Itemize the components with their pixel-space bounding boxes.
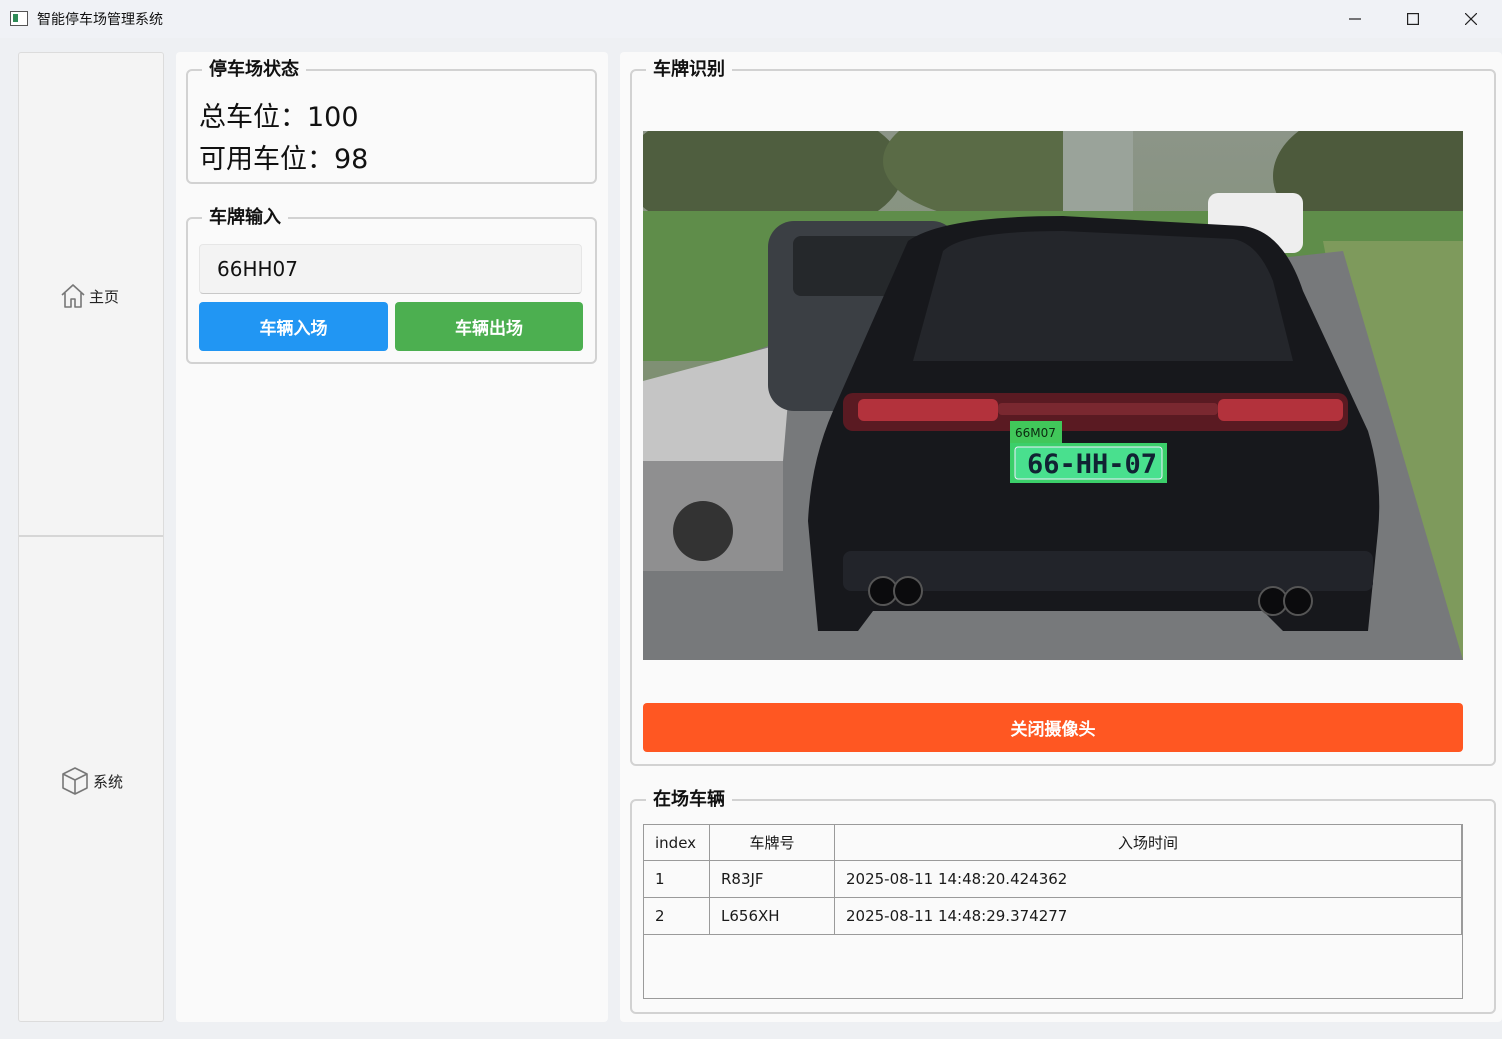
maximize-icon	[1407, 13, 1419, 25]
close-camera-button[interactable]: 关闭摄像头	[643, 703, 1463, 752]
group-title: 车牌输入	[202, 208, 288, 228]
cell-index[interactable]: 1	[643, 860, 710, 898]
app-icon	[10, 11, 28, 26]
sidebar-item-home[interactable]: 主页	[19, 53, 163, 537]
total-spaces: 总车位：100	[199, 102, 359, 133]
column-header-entry-time[interactable]: 入场时间	[834, 824, 1462, 861]
title-bar: 智能停车场管理系统	[0, 0, 1502, 38]
sidebar-item-label: 主页	[89, 287, 120, 306]
maximize-button[interactable]	[1384, 0, 1442, 38]
sidebar: 主页 系统	[18, 52, 164, 1022]
column-header-plate[interactable]: 车牌号	[709, 824, 835, 861]
table-row[interactable]: 1 R83JF 2025-08-11 14:48:20.424362	[643, 860, 1462, 898]
recognition-panel: 车牌识别 66M07 66-HH-07 关闭摄像头 在场车辆 index 车牌号…	[620, 52, 1502, 1022]
table-row[interactable]: 2 L656XH 2025-08-11 14:48:29.374277	[643, 897, 1462, 935]
parking-status-group: 停车场状态 总车位：100 可用车位：98	[186, 60, 597, 184]
camera-frame-image: 66M07 66-HH-07	[643, 131, 1463, 660]
close-icon	[1465, 13, 1477, 25]
camera-feed: 66M07 66-HH-07	[643, 131, 1463, 660]
column-header-index[interactable]: index	[643, 824, 710, 861]
parked-vehicles-group: 在场车辆 index 车牌号 入场时间 1 R83JF 2025-08-11 1…	[630, 790, 1496, 1014]
cell-plate[interactable]: L656XH	[709, 897, 835, 935]
available-spaces: 可用车位：98	[199, 144, 369, 175]
detected-tag-text: 66M07	[1015, 426, 1056, 440]
group-title: 在场车辆	[646, 790, 732, 810]
group-title: 停车场状态	[202, 60, 306, 80]
main-content: 主页 系统 停车场状态 总车位：100 可用车位：98 车牌输入 66HH07 …	[3, 38, 1502, 1036]
plate-recognition-group: 车牌识别 66M07 66-HH-07 关闭摄像头	[630, 60, 1496, 766]
plate-text: 66-HH-07	[1027, 449, 1157, 480]
minimize-button[interactable]	[1326, 0, 1384, 38]
plate-input[interactable]: 66HH07	[199, 244, 582, 294]
cell-entry-time[interactable]: 2025-08-11 14:48:29.374277	[834, 897, 1462, 935]
table-header-row: index 车牌号 入场时间	[643, 824, 1462, 861]
cell-plate[interactable]: R83JF	[709, 860, 835, 898]
home-icon	[61, 284, 85, 308]
window-title: 智能停车场管理系统	[37, 12, 163, 28]
minimize-icon	[1349, 18, 1361, 20]
cell-entry-time[interactable]: 2025-08-11 14:48:20.424362	[834, 860, 1462, 898]
vehicle-enter-button[interactable]: 车辆入场	[199, 302, 388, 351]
vehicles-table: index 车牌号 入场时间 1 R83JF 2025-08-11 14:48:…	[643, 824, 1462, 935]
group-title: 车牌识别	[646, 60, 732, 80]
close-button[interactable]	[1442, 0, 1500, 38]
control-panel: 停车场状态 总车位：100 可用车位：98 车牌输入 66HH07 车辆入场 车…	[176, 52, 608, 1022]
vehicle-exit-button[interactable]: 车辆出场	[395, 302, 583, 351]
cell-index[interactable]: 2	[643, 897, 710, 935]
sidebar-item-label: 系统	[93, 772, 124, 791]
plate-input-group: 车牌输入 66HH07 车辆入场 车辆出场	[186, 208, 597, 364]
sidebar-item-system[interactable]: 系统	[19, 538, 163, 1022]
cube-icon	[62, 767, 88, 795]
